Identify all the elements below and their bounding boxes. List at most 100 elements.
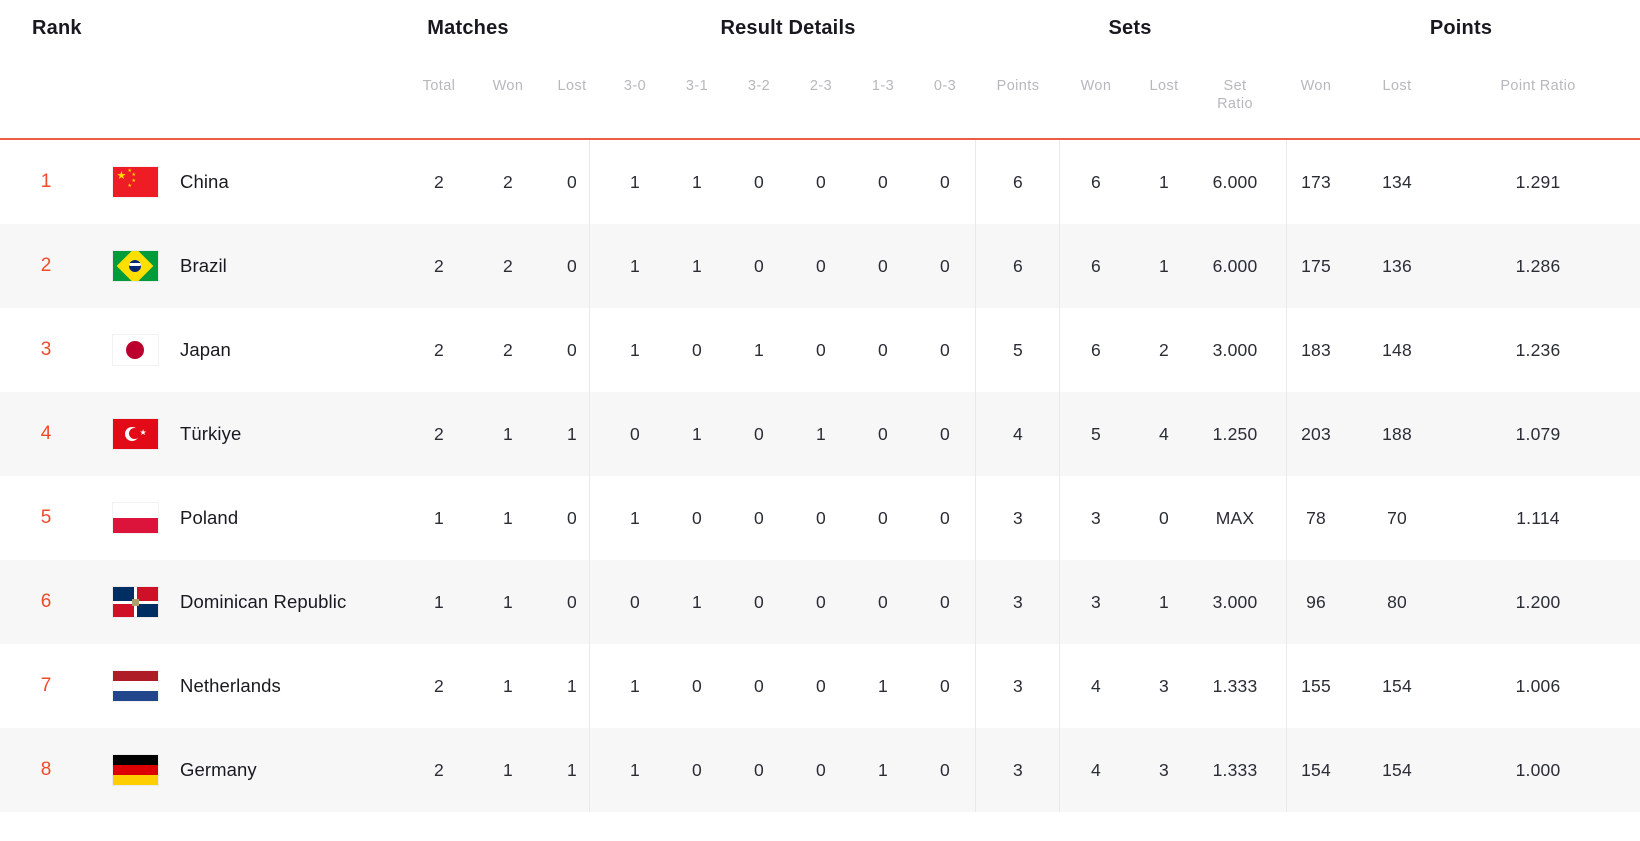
cell-points-lost: 148 bbox=[1358, 340, 1436, 361]
cell-result-points: 6 bbox=[976, 172, 1060, 193]
column-header-row: Total Won Lost 3-0 3-1 3-2 2-3 1-3 0-3 P… bbox=[0, 56, 1640, 138]
cell-set-ratio: 6.000 bbox=[1196, 256, 1274, 277]
cell-points-lost: 154 bbox=[1358, 760, 1436, 781]
cell-team-name[interactable]: Dominican Republic bbox=[178, 591, 402, 613]
cell-matches-won: 2 bbox=[476, 340, 540, 361]
cell-point-ratio: 1.236 bbox=[1436, 340, 1640, 361]
column-header-1-3[interactable]: 1-3 bbox=[852, 56, 914, 96]
cell-result-2-3: 0 bbox=[790, 676, 852, 697]
cell-result-2-3: 0 bbox=[790, 760, 852, 781]
cell-matches-won: 1 bbox=[476, 760, 540, 781]
table-row[interactable]: 3Japan2201010005623.0001831481.236 bbox=[0, 308, 1640, 392]
cell-result-3-2: 0 bbox=[728, 592, 790, 613]
cell-matches-lost: 0 bbox=[540, 592, 604, 613]
cell-result-3-0: 1 bbox=[604, 340, 666, 361]
table-row[interactable]: 8Germany2111000103431.3331541541.000 bbox=[0, 728, 1640, 812]
cell-matches-lost: 0 bbox=[540, 256, 604, 277]
cell-matches-won: 2 bbox=[476, 172, 540, 193]
cell-team-name[interactable]: China bbox=[178, 171, 402, 193]
cell-result-0-3: 0 bbox=[914, 172, 976, 193]
cell-team-name[interactable]: Türkiye bbox=[178, 423, 402, 445]
cell-result-points: 3 bbox=[976, 760, 1060, 781]
column-header-3-2[interactable]: 3-2 bbox=[728, 56, 790, 96]
cell-result-points: 4 bbox=[976, 424, 1060, 445]
column-header-3-1[interactable]: 3-1 bbox=[666, 56, 728, 96]
cell-set-ratio: 1.333 bbox=[1196, 760, 1274, 781]
table-row[interactable]: 7Netherlands2111000103431.3331551541.006 bbox=[0, 644, 1640, 728]
column-header-point-ratio[interactable]: Point Ratio bbox=[1436, 56, 1640, 96]
cell-result-1-3: 0 bbox=[852, 424, 914, 445]
table-row[interactable]: 5Poland110100000330MAX78701.114 bbox=[0, 476, 1640, 560]
column-header-0-3[interactable]: 0-3 bbox=[914, 56, 976, 96]
cell-total: 2 bbox=[402, 760, 476, 781]
flag-poland bbox=[92, 503, 178, 533]
cell-point-ratio: 1.291 bbox=[1436, 172, 1640, 193]
cell-matches-won: 2 bbox=[476, 256, 540, 277]
cell-result-1-3: 0 bbox=[852, 592, 914, 613]
cell-result-3-1: 0 bbox=[666, 340, 728, 361]
cell-team-name[interactable]: Poland bbox=[178, 507, 402, 529]
cell-rank: 7 bbox=[0, 675, 92, 697]
column-header-result-points[interactable]: Points bbox=[976, 56, 1060, 96]
cell-result-3-0: 1 bbox=[604, 172, 666, 193]
column-header-matches-won[interactable]: Won bbox=[476, 56, 540, 96]
cell-result-0-3: 0 bbox=[914, 424, 976, 445]
cell-sets-won: 5 bbox=[1060, 424, 1132, 445]
column-header-3-0[interactable]: 3-0 bbox=[604, 56, 666, 96]
cell-total: 2 bbox=[402, 424, 476, 445]
cell-result-points: 3 bbox=[976, 592, 1060, 613]
column-header-sets-won[interactable]: Won bbox=[1060, 56, 1132, 96]
cell-sets-won: 6 bbox=[1060, 172, 1132, 193]
cell-rank: 6 bbox=[0, 591, 92, 613]
column-header-team bbox=[178, 56, 402, 78]
cell-sets-lost: 3 bbox=[1132, 676, 1196, 697]
cell-team-name[interactable]: Germany bbox=[178, 759, 402, 781]
set-ratio-line-1: Set bbox=[1224, 78, 1247, 94]
cell-team-name[interactable]: Netherlands bbox=[178, 675, 402, 697]
cell-sets-lost: 3 bbox=[1132, 760, 1196, 781]
cell-points-won: 173 bbox=[1274, 172, 1358, 193]
column-header-points-lost[interactable]: Lost bbox=[1358, 56, 1436, 96]
cell-points-lost: 154 bbox=[1358, 676, 1436, 697]
cell-sets-won: 6 bbox=[1060, 340, 1132, 361]
cell-team-name[interactable]: Brazil bbox=[178, 255, 402, 277]
column-header-matches-lost[interactable]: Lost bbox=[540, 56, 604, 96]
cell-point-ratio: 1.114 bbox=[1436, 508, 1640, 529]
table-row[interactable]: 4★Türkiye2110101004541.2502031881.079 bbox=[0, 392, 1640, 476]
cell-result-3-1: 0 bbox=[666, 760, 728, 781]
column-header-2-3[interactable]: 2-3 bbox=[790, 56, 852, 96]
cell-result-1-3: 1 bbox=[852, 760, 914, 781]
cell-result-2-3: 0 bbox=[790, 340, 852, 361]
group-header-matches: Matches bbox=[330, 0, 606, 56]
table-row[interactable]: 2Brazil2201100006616.0001751361.286 bbox=[0, 224, 1640, 308]
cell-result-3-2: 0 bbox=[728, 172, 790, 193]
flag-netherlands bbox=[92, 671, 178, 701]
group-header-points: Points bbox=[1285, 0, 1637, 56]
cell-sets-won: 4 bbox=[1060, 676, 1132, 697]
cell-total: 2 bbox=[402, 676, 476, 697]
column-header-points-won[interactable]: Won bbox=[1274, 56, 1358, 96]
cell-result-2-3: 0 bbox=[790, 256, 852, 277]
cell-sets-won: 6 bbox=[1060, 256, 1132, 277]
column-header-total[interactable]: Total bbox=[402, 56, 476, 96]
column-header-set-ratio[interactable]: Set Ratio bbox=[1196, 56, 1274, 113]
cell-point-ratio: 1.286 bbox=[1436, 256, 1640, 277]
cell-rank: 1 bbox=[0, 171, 92, 193]
cell-rank: 2 bbox=[0, 255, 92, 277]
cell-sets-lost: 1 bbox=[1132, 256, 1196, 277]
cell-team-name[interactable]: Japan bbox=[178, 339, 402, 361]
cell-matches-won: 1 bbox=[476, 424, 540, 445]
cell-points-won: 96 bbox=[1274, 592, 1358, 613]
cell-sets-won: 3 bbox=[1060, 508, 1132, 529]
cell-sets-lost: 1 bbox=[1132, 592, 1196, 613]
cell-points-lost: 136 bbox=[1358, 256, 1436, 277]
cell-result-1-3: 0 bbox=[852, 340, 914, 361]
table-row[interactable]: 1★★★★★China2201100006616.0001731341.291 bbox=[0, 140, 1640, 224]
cell-result-points: 6 bbox=[976, 256, 1060, 277]
cell-rank: 3 bbox=[0, 339, 92, 361]
group-header-sets: Sets bbox=[980, 0, 1280, 56]
cell-points-won: 175 bbox=[1274, 256, 1358, 277]
column-header-sets-lost[interactable]: Lost bbox=[1132, 56, 1196, 96]
cell-result-3-2: 0 bbox=[728, 256, 790, 277]
table-row[interactable]: 6Dominican Republic1100100003313.0009680… bbox=[0, 560, 1640, 644]
